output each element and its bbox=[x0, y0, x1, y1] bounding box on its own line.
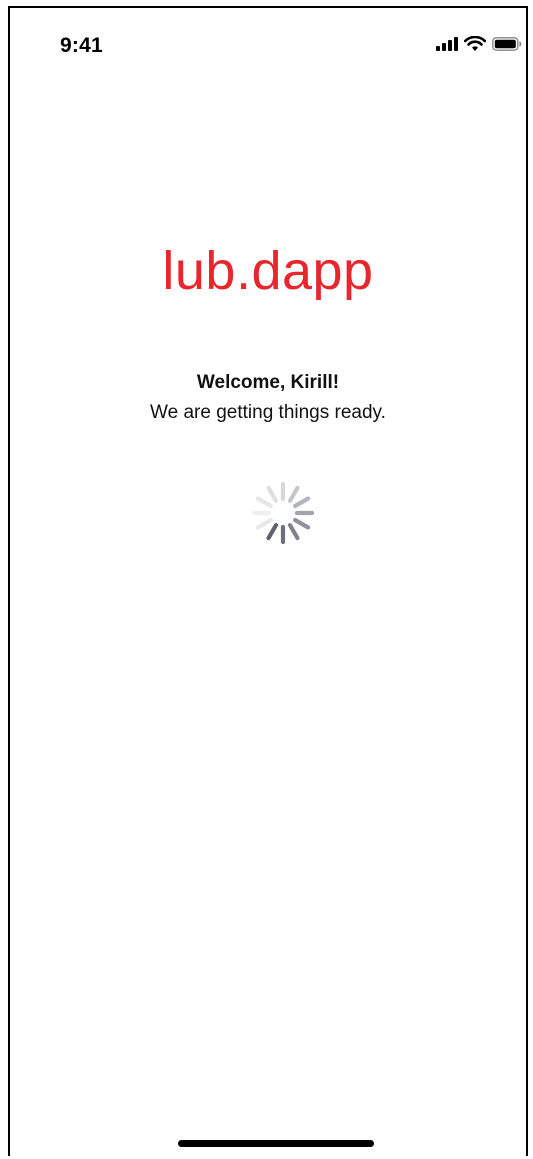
app-logo: lub.dapp bbox=[162, 241, 374, 301]
status-icons bbox=[436, 36, 522, 52]
activity-spinner-icon bbox=[244, 474, 322, 552]
status-time: 9:41 bbox=[60, 34, 103, 57]
cellular-signal-icon bbox=[436, 37, 458, 51]
home-indicator[interactable] bbox=[178, 1140, 374, 1147]
phone-screen: 9:41 lub.dapp Welcome, Kirill! We are ge… bbox=[8, 6, 528, 1156]
battery-icon bbox=[492, 37, 522, 51]
status-bar: 9:41 bbox=[10, 8, 526, 68]
welcome-greeting: Welcome, Kirill! bbox=[196, 372, 340, 393]
welcome-message: We are getting things ready. bbox=[150, 402, 386, 423]
wifi-icon bbox=[464, 36, 486, 52]
